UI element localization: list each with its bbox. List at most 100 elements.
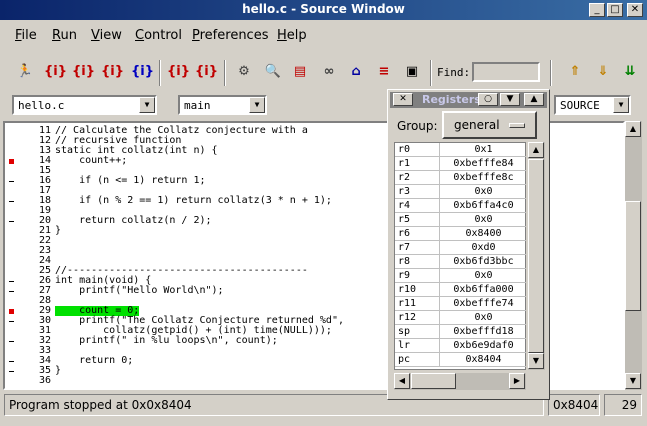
stack-icon[interactable]: ▤ bbox=[289, 61, 311, 83]
register-value[interactable]: 0xbefffd18 bbox=[441, 325, 526, 339]
scrollbar-thumb[interactable] bbox=[528, 159, 544, 353]
breakpoint-slot-icon[interactable] bbox=[9, 321, 14, 322]
chevron-down-icon[interactable]: ▼ bbox=[139, 97, 155, 113]
stepi-icon[interactable]: {i} bbox=[167, 61, 190, 83]
breakpoint-slot-icon[interactable] bbox=[9, 181, 14, 182]
register-row[interactable]: r12 0x0 bbox=[395, 311, 526, 325]
run-icon[interactable]: 🏃 bbox=[14, 61, 36, 83]
register-row[interactable]: pc 0x8404 bbox=[395, 353, 526, 367]
register-row[interactable]: r4 0xb6ffa4c0 bbox=[395, 199, 526, 213]
menu-preferences[interactable]: Preferences bbox=[192, 28, 268, 43]
register-row[interactable]: sp 0xbefffd18 bbox=[395, 325, 526, 339]
register-value[interactable]: 0x0 bbox=[441, 311, 526, 325]
register-value[interactable]: 0xbefffe84 bbox=[441, 157, 526, 171]
register-value[interactable]: 0xbefffe74 bbox=[441, 297, 526, 311]
register-value[interactable]: 0xb6ffa4c0 bbox=[441, 199, 526, 213]
menu-run[interactable]: Run bbox=[52, 28, 77, 43]
breakpoint-slot-icon[interactable] bbox=[9, 371, 14, 372]
register-row[interactable]: r0 0x1 bbox=[395, 143, 526, 157]
register-name: r5 bbox=[395, 213, 440, 227]
register-row[interactable]: r9 0x0 bbox=[395, 269, 526, 283]
register-row[interactable]: r3 0x0 bbox=[395, 185, 526, 199]
register-row[interactable]: r6 0x8400 bbox=[395, 227, 526, 241]
watch-icon[interactable]: ∞ bbox=[318, 61, 340, 83]
menu-view[interactable]: View bbox=[91, 28, 122, 43]
breakpoint-slot-icon[interactable] bbox=[9, 281, 14, 282]
register-value[interactable]: 0x8400 bbox=[441, 227, 526, 241]
restore-icon[interactable]: ○ bbox=[478, 93, 498, 106]
memory-icon[interactable]: 🔍 bbox=[262, 61, 284, 83]
chevron-down-icon[interactable]: ▼ bbox=[249, 97, 265, 113]
breakpoint-slot-icon[interactable] bbox=[9, 341, 14, 342]
scrollbar-thumb[interactable] bbox=[411, 373, 456, 389]
breakpoint-slot-icon[interactable] bbox=[9, 361, 14, 362]
menu-help[interactable]: Help bbox=[277, 28, 307, 43]
console-icon[interactable]: ▣ bbox=[401, 61, 423, 83]
register-value[interactable]: 0xd0 bbox=[441, 241, 526, 255]
function-selector[interactable]: main ▼ bbox=[178, 95, 267, 115]
register-row[interactable]: r2 0xbefffe8c bbox=[395, 171, 526, 185]
step-icon[interactable]: {i} bbox=[44, 61, 67, 83]
register-value[interactable]: 0x8404 bbox=[441, 353, 526, 367]
register-name: pc bbox=[395, 353, 440, 367]
registers-icon[interactable]: ⚙ bbox=[233, 61, 255, 83]
find-input[interactable] bbox=[472, 62, 540, 82]
breakpoints-icon[interactable]: ≡ bbox=[373, 61, 395, 83]
register-value[interactable]: 0x1 bbox=[441, 143, 526, 157]
maximize-button[interactable]: □ bbox=[607, 3, 623, 17]
register-row[interactable]: r11 0xbefffe74 bbox=[395, 297, 526, 311]
close-icon[interactable]: ✕ bbox=[393, 93, 413, 106]
register-row[interactable]: r8 0xb6fd3bbc bbox=[395, 255, 526, 269]
register-value[interactable]: 0xb6ffa000 bbox=[441, 283, 526, 297]
source-scrollbar[interactable]: ▲ ▼ bbox=[625, 121, 642, 390]
register-row[interactable]: r10 0xb6ffa000 bbox=[395, 283, 526, 297]
find-label: Find: bbox=[437, 66, 471, 79]
scroll-right-icon[interactable]: ▶ bbox=[509, 373, 525, 389]
register-row[interactable]: r5 0x0 bbox=[395, 213, 526, 227]
close-button[interactable]: ✕ bbox=[627, 3, 643, 17]
scroll-down-icon[interactable]: ▼ bbox=[625, 373, 641, 389]
mode-selector[interactable]: SOURCE ▼ bbox=[554, 95, 631, 115]
scroll-down-icon[interactable]: ▼ bbox=[528, 353, 544, 369]
finish-icon[interactable]: {i} bbox=[101, 61, 124, 83]
register-value[interactable]: 0x0 bbox=[441, 185, 526, 199]
breakpoint-icon[interactable] bbox=[9, 309, 14, 314]
registers-hscrollbar[interactable]: ◀ ▶ bbox=[394, 373, 526, 390]
registers-vscrollbar[interactable]: ▲ ▼ bbox=[528, 142, 545, 370]
scroll-up-icon[interactable]: ▲ bbox=[528, 142, 544, 158]
register-value[interactable]: 0x0 bbox=[441, 213, 526, 227]
register-row[interactable]: r1 0xbefffe84 bbox=[395, 157, 526, 171]
breakpoint-icon[interactable] bbox=[9, 159, 14, 164]
breakpoint-slot-icon[interactable] bbox=[9, 291, 14, 292]
register-value[interactable]: 0xb6fd3bbc bbox=[441, 255, 526, 269]
registers-title-bar[interactable]: ✕ Registers ○ ▼ ▲ bbox=[390, 92, 547, 108]
registers-table[interactable]: r0 0x1 r1 0xbefffe84 r2 0xbefffe8c r3 0x0 r4 0xb6… bbox=[394, 142, 526, 370]
chevron-down-icon[interactable]: ▼ bbox=[613, 97, 629, 113]
scroll-up-icon[interactable]: ▲ bbox=[625, 121, 641, 137]
registers-window[interactable]: ✕ Registers ○ ▼ ▲ Group: general r0 0x1 r1… bbox=[387, 89, 550, 400]
scroll-left-icon[interactable]: ◀ bbox=[394, 373, 410, 389]
register-row[interactable]: lr 0xb6e9daf0 bbox=[395, 339, 526, 353]
minimize-button[interactable]: _ bbox=[589, 3, 605, 17]
group-option-menu[interactable]: general bbox=[442, 111, 537, 139]
scrollbar-thumb[interactable] bbox=[625, 201, 641, 311]
up-frame-icon[interactable]: ⇑ bbox=[564, 61, 586, 83]
menu-control[interactable]: Control bbox=[135, 28, 182, 43]
register-value[interactable]: 0xb6e9daf0 bbox=[441, 339, 526, 353]
down-frame-icon[interactable]: ⇓ bbox=[592, 61, 614, 83]
shade-down-icon[interactable]: ▼ bbox=[500, 93, 520, 106]
register-value[interactable]: 0xbefffe8c bbox=[441, 171, 526, 185]
locals-icon[interactable]: ⌂ bbox=[345, 61, 367, 83]
bottom-frame-icon[interactable]: ⇊ bbox=[619, 61, 641, 83]
breakpoint-slot-icon[interactable] bbox=[9, 201, 14, 202]
file-selector[interactable]: hello.c ▼ bbox=[12, 95, 157, 115]
continue-icon[interactable]: {i} bbox=[131, 61, 154, 83]
title-bar[interactable]: hello.c - Source Window _ □ ✕ bbox=[0, 0, 647, 20]
shade-up-icon[interactable]: ▲ bbox=[524, 93, 544, 106]
nexti-icon[interactable]: {i} bbox=[195, 61, 218, 83]
menu-file[interactable]: File bbox=[15, 28, 37, 43]
register-row[interactable]: r7 0xd0 bbox=[395, 241, 526, 255]
next-icon[interactable]: {i} bbox=[72, 61, 95, 83]
register-value[interactable]: 0x0 bbox=[441, 269, 526, 283]
breakpoint-slot-icon[interactable] bbox=[9, 221, 14, 222]
